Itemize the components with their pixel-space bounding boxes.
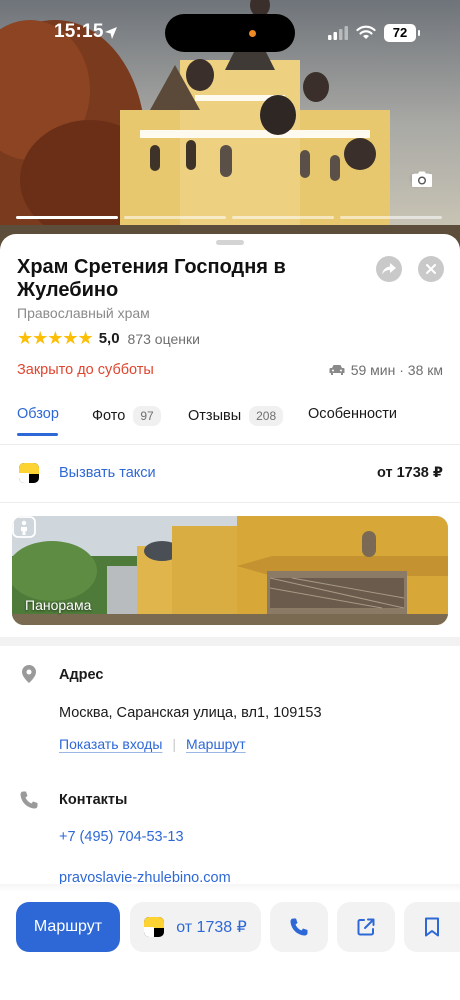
phone-icon — [290, 918, 308, 936]
tab-label: Особенности — [308, 406, 398, 422]
dynamic-island — [165, 14, 295, 52]
show-entrances-link[interactable]: Показать входы — [59, 736, 162, 752]
rating-value: 5,0 — [98, 330, 120, 347]
taxi-row[interactable]: Вызвать такси от 1738 ₽ — [0, 456, 460, 492]
external-link-icon — [357, 918, 375, 936]
tab-label: Фото — [92, 408, 126, 424]
open-website-button[interactable] — [337, 902, 395, 952]
share-arrow-icon — [382, 263, 396, 275]
call-button[interactable] — [270, 902, 328, 952]
status-time: 15:15 — [54, 21, 104, 42]
place-photo[interactable]: 15:15 72 97 — [0, 0, 460, 250]
close-button[interactable] — [418, 256, 444, 282]
phone-icon — [20, 791, 38, 809]
location-pin-icon — [22, 665, 36, 683]
bookmark-button[interactable] — [404, 902, 460, 952]
panorama-label: Панорама — [25, 597, 92, 613]
share-button[interactable] — [376, 256, 402, 282]
status-bar: 15:15 72 — [0, 0, 460, 62]
address-value[interactable]: Москва, Саранская улица, вл1, 109153 — [59, 705, 322, 721]
tab-photos[interactable]: Фото 97 — [92, 406, 161, 426]
phone-link[interactable]: +7 (495) 704-53-13 — [59, 829, 184, 845]
section-separator — [0, 637, 460, 646]
tab-bar: Обзор Фото 97 Отзывы 208 Особенности — [0, 402, 460, 442]
route-button[interactable]: Маршрут — [16, 902, 120, 952]
rating-count: 873 оценки — [127, 330, 200, 347]
route-time[interactable]: 59 мин · 38 км — [329, 362, 443, 378]
yandex-taxi-icon — [19, 463, 39, 483]
tab-badge: 97 — [133, 406, 161, 426]
rating-row[interactable]: ★★★★★ 5,0 873 оценки — [17, 328, 200, 349]
panorama-icon — [12, 516, 36, 538]
rating-stars: ★★★★★ — [17, 328, 94, 348]
bottom-action-bar: Маршрут от 1738 ₽ — [0, 884, 460, 1000]
divider — [0, 444, 460, 445]
car-icon — [329, 365, 345, 375]
address-title: Адрес — [59, 667, 104, 683]
photo-count[interactable]: 97 — [411, 170, 433, 190]
tab-label: Обзор — [17, 406, 59, 422]
tab-label: Отзывы — [188, 408, 242, 424]
taxi-button[interactable]: от 1738 ₽ — [130, 902, 261, 952]
tab-badge: 208 — [249, 406, 284, 426]
close-icon — [426, 264, 436, 274]
photo-progress — [16, 216, 444, 219]
contacts-title: Контакты — [59, 792, 128, 808]
tab-reviews[interactable]: Отзывы 208 — [188, 406, 284, 426]
taxi-price: от 1738 ₽ — [376, 465, 443, 481]
yandex-taxi-icon — [144, 917, 165, 937]
tab-features[interactable]: Особенности — [308, 406, 397, 422]
taxi-button-price: от 1738 ₽ — [176, 919, 247, 936]
bookmark-icon — [425, 917, 439, 937]
wifi-icon — [356, 25, 376, 39]
panorama-preview[interactable]: Панорама — [12, 516, 448, 625]
camera-icon — [412, 171, 433, 187]
link-separator: | — [172, 736, 177, 752]
place-category: Православный храм — [17, 305, 150, 321]
battery-indicator: 72 — [384, 24, 420, 42]
divider — [0, 502, 460, 503]
sheet-drag-handle[interactable] — [216, 240, 244, 245]
active-tab-indicator — [17, 433, 58, 436]
place-title: Храм Сретения Господня в Жулебино — [17, 256, 286, 301]
address-links: Показать входы | Маршрут — [59, 736, 246, 752]
address-route-link[interactable]: Маршрут — [186, 736, 246, 752]
cellular-signal-icon — [328, 26, 348, 40]
route-time-value: 59 мин · 38 км — [350, 362, 443, 378]
tab-overview[interactable]: Обзор — [17, 406, 59, 422]
hours-status[interactable]: Закрыто до субботы — [17, 362, 154, 378]
call-taxi-link[interactable]: Вызвать такси — [59, 465, 156, 481]
location-arrow-icon — [105, 27, 117, 39]
